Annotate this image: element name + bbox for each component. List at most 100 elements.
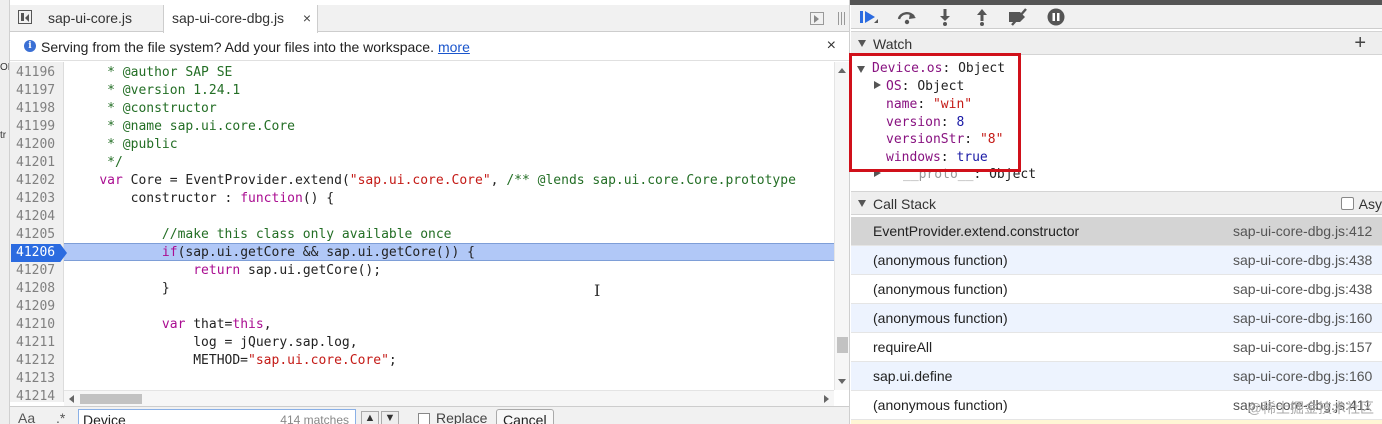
line-number[interactable]: 41197: [16, 82, 55, 100]
code-token: if: [161, 245, 178, 260]
line-number[interactable]: 41205: [16, 226, 55, 244]
close-infobar-icon[interactable]: ×: [827, 37, 836, 55]
frame-location-link[interactable]: sap-ui-core-dbg.js:157: [1233, 339, 1372, 355]
find-previous-button[interactable]: ▲: [361, 411, 379, 424]
replace-checkbox[interactable]: [418, 413, 430, 424]
deactivate-breakpoints-icon[interactable]: [1006, 7, 1030, 27]
tab-label: sap-ui-core-dbg.js: [172, 10, 285, 26]
outer-panel-strip: OD tr: [0, 0, 10, 424]
line-number[interactable]: 41209: [16, 298, 55, 316]
pause-on-exceptions-icon[interactable]: [1044, 7, 1068, 27]
scroll-right-icon[interactable]: [824, 395, 829, 403]
scroll-thumb-horizontal[interactable]: [80, 394, 142, 404]
callstack-frame[interactable]: requireAll sap-ui-core-dbg.js:157: [851, 333, 1382, 362]
debugger-toolbar: [851, 5, 1382, 29]
code-line: constructor : function() {: [68, 190, 335, 208]
add-watch-expression-button[interactable]: +: [1354, 32, 1366, 54]
scroll-down-icon[interactable]: [838, 379, 846, 384]
line-number[interactable]: 41196: [16, 64, 55, 82]
toggle-debugger-sidebar-icon[interactable]: [810, 12, 824, 25]
line-number[interactable]: 41206: [16, 244, 55, 262]
scroll-thumb[interactable]: [837, 337, 848, 353]
step-out-icon[interactable]: [970, 7, 994, 27]
watch-title: Watch: [873, 36, 913, 52]
vertical-scrollbar[interactable]: [834, 62, 849, 390]
frame-function: (anonymous function): [873, 281, 1008, 297]
code-line: * @version 1.24.1: [68, 82, 240, 100]
frame-function: (anonymous function): [873, 310, 1008, 326]
line-number[interactable]: 41208: [16, 280, 55, 298]
line-number[interactable]: 41201: [16, 154, 55, 172]
line-number[interactable]: 41212: [16, 352, 55, 370]
code-token: return: [193, 263, 241, 278]
code-token: * @author SAP SE: [68, 65, 233, 80]
cancel-button[interactable]: Cancel: [496, 409, 554, 424]
find-next-button[interactable]: ▼: [381, 411, 399, 424]
code-token: that=: [185, 317, 233, 332]
code-token: function: [240, 191, 303, 206]
callstack-frame[interactable]: sap.ui.define sap-ui-core-dbg.js:160: [851, 362, 1382, 391]
line-number[interactable]: 41204: [16, 208, 55, 226]
regex-toggle[interactable]: .*: [56, 410, 65, 424]
match-case-toggle[interactable]: Aa: [18, 410, 35, 424]
watch-section-header[interactable]: Watch +: [851, 31, 1382, 55]
outer-strip-text-top: OD: [0, 62, 9, 73]
tab-sap-ui-core[interactable]: sap-ui-core.js: [40, 5, 160, 32]
code-token: //make this class only available once: [68, 227, 452, 242]
step-into-icon[interactable]: [933, 7, 957, 27]
collapse-watch-icon[interactable]: [858, 40, 866, 47]
scroll-left-icon[interactable]: [69, 395, 74, 403]
async-checkbox[interactable]: [1341, 197, 1354, 210]
scroll-up-icon[interactable]: [838, 68, 846, 73]
frame-location-link[interactable]: sap-ui-core-dbg.js:412: [1233, 223, 1372, 239]
line-number[interactable]: 41202: [16, 172, 55, 190]
horizontal-scrollbar[interactable]: [64, 390, 834, 406]
line-number[interactable]: 41200: [16, 136, 55, 154]
callstack-title: Call Stack: [873, 196, 937, 212]
callstack-frame[interactable]: EventProvider.extend.constructor sap-ui-c…: [851, 217, 1382, 246]
frame-location-link[interactable]: sap-ui-core-dbg.js:160: [1233, 310, 1372, 326]
callstack-list: EventProvider.extend.constructor sap-ui-c…: [851, 217, 1382, 424]
callstack-section-header[interactable]: Call Stack Asy: [851, 191, 1382, 215]
callstack-frame[interactable]: (anonymous function) sap-ui-core-dbg.js:4…: [851, 275, 1382, 304]
code-view[interactable]: * @author SAP SE * @version 1.24.1 * @co…: [64, 62, 834, 390]
callstack-frame[interactable]: (anonymous function) sap-ui-core-dbg.js:1…: [851, 304, 1382, 333]
search-value: Device: [83, 412, 126, 424]
frame-function: EventProvider.extend.constructor: [873, 223, 1080, 239]
code-line: //make this class only available once: [68, 226, 452, 244]
paused-indicator-strip: [851, 420, 1382, 424]
frame-location-link[interactable]: sap-ui-core-dbg.js:438: [1233, 281, 1372, 297]
frame-location-link[interactable]: sap-ui-core-dbg.js:160: [1233, 368, 1372, 384]
code-line: return sap.ui.getCore();: [68, 262, 381, 280]
code-line: * @name sap.ui.core.Core: [68, 118, 295, 136]
code-line: var Core = EventProvider.extend("sap.ui.…: [68, 172, 796, 190]
more-link[interactable]: more: [438, 39, 470, 55]
line-number[interactable]: 41207: [16, 262, 55, 280]
step-over-icon[interactable]: [895, 7, 919, 27]
toggle-navigator-icon[interactable]: [18, 10, 32, 24]
code-token: * @version 1.24.1: [68, 83, 241, 98]
line-number[interactable]: 41203: [16, 190, 55, 208]
line-number[interactable]: 41199: [16, 118, 55, 136]
debugger-sidebar: Watch + Device.os: Object OS: Object nam…: [849, 5, 1382, 424]
line-number[interactable]: 41210: [16, 316, 55, 334]
infobar-message: Serving from the file system? Add your f…: [41, 39, 470, 55]
resume-icon[interactable]: [857, 7, 881, 27]
frame-location-link[interactable]: sap-ui-core-dbg.js:438: [1233, 252, 1372, 268]
line-number[interactable]: 41213: [16, 370, 55, 388]
search-input[interactable]: Device 414 matches: [78, 409, 356, 424]
close-tab-icon[interactable]: ×: [303, 5, 311, 31]
frame-function: (anonymous function): [873, 252, 1008, 268]
code-line: * @public: [68, 136, 177, 154]
line-number[interactable]: 41198: [16, 100, 55, 118]
collapse-callstack-icon[interactable]: [858, 200, 866, 207]
line-number[interactable]: 41214: [16, 388, 55, 406]
code-token: ;: [388, 353, 397, 368]
info-icon: i: [24, 40, 36, 52]
line-number[interactable]: 41211: [16, 334, 55, 352]
tab-sap-ui-core-dbg[interactable]: sap-ui-core-dbg.js ×: [163, 5, 318, 33]
callstack-frame[interactable]: (anonymous function) sap-ui-core-dbg.js:4…: [851, 246, 1382, 275]
split-pane-icon[interactable]: [836, 12, 849, 25]
code-token: * @name sap.ui.core.Core: [68, 119, 295, 134]
